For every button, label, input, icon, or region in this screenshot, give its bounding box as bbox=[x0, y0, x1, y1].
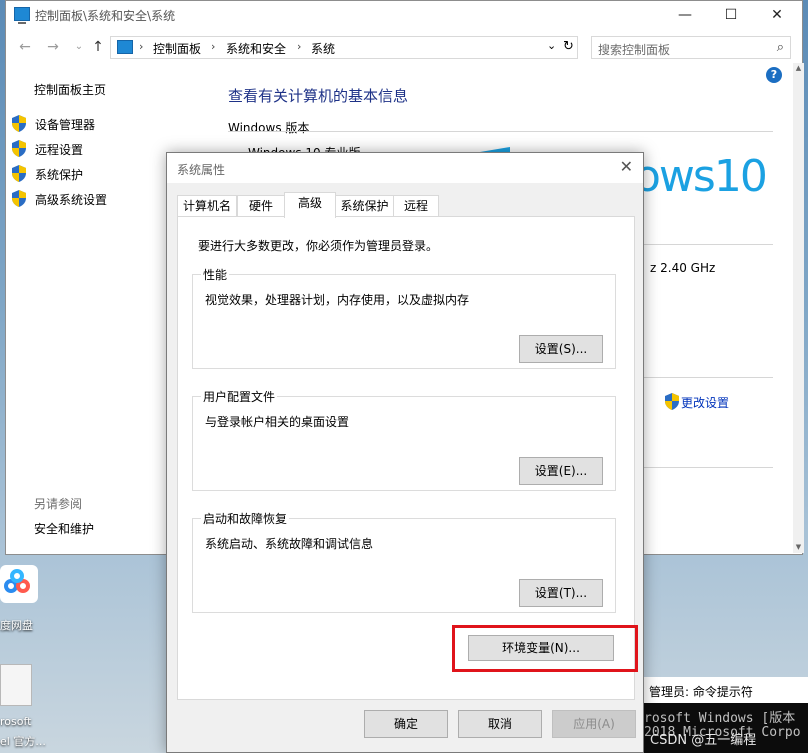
search-placeholder: 搜索控制面板 bbox=[598, 43, 671, 57]
group-title: 启动和故障恢复 bbox=[201, 510, 290, 527]
group-description: 与登录帐户相关的桌面设置 bbox=[205, 415, 350, 429]
scroll-up-icon[interactable]: ▲ bbox=[793, 63, 804, 74]
shield-icon bbox=[12, 190, 26, 207]
maximize-button[interactable]: ☐ bbox=[708, 1, 754, 29]
breadcrumb-system[interactable]: 系统 bbox=[311, 40, 335, 57]
desktop-icon-label: 度网盘 bbox=[0, 619, 33, 632]
user-profiles-settings-button[interactable]: 设置(E)... bbox=[519, 457, 603, 485]
document-desktop-icon[interactable] bbox=[0, 664, 32, 706]
cmd-output-line: rosoft Windows [版本 bbox=[644, 711, 796, 726]
shield-icon bbox=[12, 115, 26, 132]
apply-button[interactable]: 应用(A) bbox=[552, 710, 636, 738]
shield-icon bbox=[12, 140, 26, 157]
search-icon[interactable]: ⌕ bbox=[777, 40, 784, 55]
search-input[interactable]: 搜索控制面板 ⌕ bbox=[591, 36, 791, 59]
shield-icon bbox=[12, 165, 26, 182]
desktop-icon-label: el 官方... bbox=[0, 735, 46, 748]
windows10-logo-text: ows10 bbox=[634, 151, 768, 202]
shield-icon bbox=[665, 393, 679, 410]
left-nav: 控制面板主页 设备管理器 远程设置 系统保护 高级系统设置 另请参阅 安全和维护 bbox=[6, 61, 166, 551]
chevron-down-icon[interactable]: ⌄ bbox=[547, 39, 556, 52]
startup-recovery-group: 启动和故障恢复 系统启动、系统故障和调试信息 设置(T)... bbox=[192, 510, 616, 613]
performance-settings-button[interactable]: 设置(S)... bbox=[519, 335, 603, 363]
tab-remote[interactable]: 远程 bbox=[393, 195, 439, 217]
forward-arrow-icon[interactable]: → bbox=[44, 37, 62, 57]
baidu-netdisk-desktop-icon[interactable] bbox=[0, 562, 40, 614]
tab-system-protection[interactable]: 系统保护 bbox=[335, 195, 394, 217]
cancel-button[interactable]: 取消 bbox=[458, 710, 542, 738]
tab-hardware[interactable]: 硬件 bbox=[237, 195, 285, 217]
tab-advanced[interactable]: 高级 bbox=[284, 192, 336, 218]
group-title: 性能 bbox=[201, 266, 230, 283]
window-title: 控制面板\系统和安全\系统 bbox=[35, 9, 176, 23]
sidebar-item-label: 设备管理器 bbox=[35, 118, 96, 132]
security-maintenance-link[interactable]: 安全和维护 bbox=[34, 520, 94, 537]
startup-recovery-settings-button[interactable]: 设置(T)... bbox=[519, 579, 603, 607]
chevron-right-icon: › bbox=[139, 40, 144, 53]
cmd-title-bar: 管理员: 命令提示符 bbox=[620, 677, 808, 703]
address-bar[interactable]: › 控制面板 › 系统和安全 › 系统 ⌄ ↻ bbox=[110, 36, 578, 59]
up-arrow-icon[interactable]: ↑ bbox=[89, 37, 107, 57]
sidebar-item-label: 系统保护 bbox=[35, 168, 84, 182]
group-description: 视觉效果，处理器计划，内存使用，以及虚拟内存 bbox=[205, 293, 470, 307]
back-arrow-icon[interactable]: ← bbox=[16, 37, 34, 57]
close-icon[interactable]: ✕ bbox=[620, 157, 633, 176]
system-properties-dialog: 系统属性 ✕ 计算机名 硬件 高级 系统保护 远程 要进行大多数更改，你必须作为… bbox=[166, 152, 644, 753]
cpu-speed: z 2.40 GHz bbox=[650, 261, 716, 275]
recent-dropdown-icon[interactable]: ⌄ bbox=[70, 37, 88, 57]
highlight-box bbox=[452, 625, 638, 672]
divider bbox=[228, 131, 773, 132]
sidebar-item-system-protection[interactable]: 系统保护 bbox=[11, 165, 84, 183]
minimize-button[interactable]: — bbox=[662, 1, 708, 29]
title-bar: 控制面板\系统和安全\系统 — ☐ ✕ bbox=[6, 1, 802, 29]
watermark: CSDN @五一编程 bbox=[650, 733, 757, 748]
ok-button[interactable]: 确定 bbox=[364, 710, 448, 738]
group-title: 用户配置文件 bbox=[201, 388, 278, 405]
group-description: 系统启动、系统故障和调试信息 bbox=[205, 537, 374, 551]
sidebar-item-advanced-settings[interactable]: 高级系统设置 bbox=[11, 190, 108, 208]
sidebar-item-label: 高级系统设置 bbox=[35, 193, 108, 207]
windows-version-label: Windows 版本 bbox=[228, 121, 310, 135]
see-also-heading: 另请参阅 bbox=[34, 497, 83, 511]
chevron-right-icon: › bbox=[211, 40, 216, 53]
user-profiles-group: 用户配置文件 与登录帐户相关的桌面设置 设置(E)... bbox=[192, 388, 616, 491]
dialog-title-bar: 系统属性 ✕ bbox=[167, 153, 643, 183]
tab-computer-name[interactable]: 计算机名 bbox=[177, 195, 237, 217]
close-button[interactable]: ✕ bbox=[754, 1, 800, 29]
cmd-title: 管理员: 命令提示符 bbox=[649, 685, 753, 699]
admin-note: 要进行大多数更改，你必须作为管理员登录。 bbox=[198, 239, 439, 253]
vertical-scrollbar[interactable]: ▲ ▼ bbox=[793, 63, 804, 553]
address-row: ← → ⌄ ↑ › 控制面板 › 系统和安全 › 系统 ⌄ ↻ 搜索控制面板 ⌕ bbox=[6, 33, 802, 61]
baidu-netdisk-icon bbox=[0, 565, 38, 603]
help-icon[interactable]: ? bbox=[766, 67, 782, 83]
breadcrumb-control-panel[interactable]: 控制面板 bbox=[153, 40, 201, 57]
breadcrumb-system-security[interactable]: 系统和安全 bbox=[226, 40, 286, 57]
desktop-icon-label: rosoft bbox=[0, 715, 32, 728]
page-title: 查看有关计算机的基本信息 bbox=[228, 87, 409, 105]
dialog-title: 系统属性 bbox=[177, 163, 226, 177]
control-panel-icon bbox=[117, 40, 133, 54]
change-settings-label: 更改设置 bbox=[681, 396, 730, 410]
sidebar-item-label: 远程设置 bbox=[35, 143, 84, 157]
control-panel-icon bbox=[14, 7, 30, 24]
control-panel-home-link[interactable]: 控制面板主页 bbox=[34, 81, 106, 98]
command-prompt-window[interactable]: 管理员: 命令提示符 rosoft Windows [版本 2018 Micro… bbox=[620, 677, 808, 753]
chevron-right-icon: › bbox=[297, 40, 302, 53]
sidebar-item-remote-settings[interactable]: 远程设置 bbox=[11, 140, 84, 158]
refresh-icon[interactable]: ↻ bbox=[563, 39, 574, 54]
change-settings-link[interactable]: 更改设置 bbox=[664, 393, 730, 411]
sidebar-item-device-manager[interactable]: 设备管理器 bbox=[11, 115, 96, 133]
advanced-tab-panel: 要进行大多数更改，你必须作为管理员登录。 性能 视觉效果，处理器计划，内存使用，… bbox=[177, 216, 638, 700]
scroll-down-icon[interactable]: ▼ bbox=[793, 542, 804, 553]
performance-group: 性能 视觉效果，处理器计划，内存使用，以及虚拟内存 设置(S)... bbox=[192, 266, 616, 369]
